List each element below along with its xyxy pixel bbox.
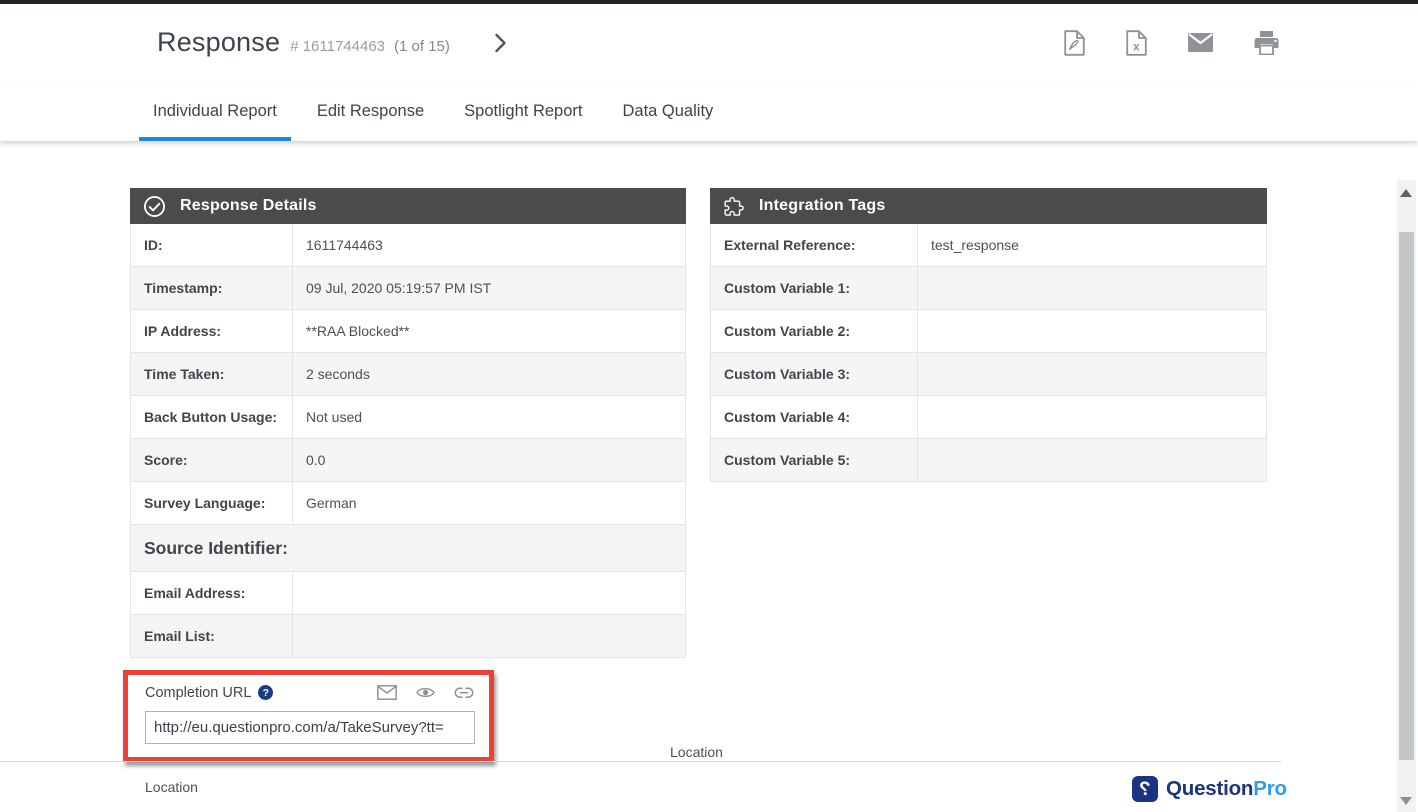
row-label: Custom Variable 4: (711, 396, 918, 438)
table-row: Custom Variable 2: (711, 310, 1266, 353)
table-row: Score: 0.0 (131, 439, 685, 482)
table-row: IP Address: **RAA Blocked** (131, 310, 685, 353)
location-section-label: Location (670, 744, 723, 760)
row-label: Custom Variable 2: (711, 310, 918, 352)
row-value: Not used (293, 396, 685, 438)
link-icon (454, 687, 474, 699)
envelope-icon (1188, 33, 1213, 52)
row-label: Custom Variable 1: (711, 267, 918, 309)
section-divider (0, 761, 1281, 762)
row-label: Source Identifier: (131, 525, 288, 571)
email-response-button[interactable] (1186, 31, 1215, 54)
next-response-button[interactable] (490, 29, 511, 57)
envelope-outline-icon (377, 685, 397, 700)
row-label: Custom Variable 3: (711, 353, 918, 395)
row-label: Email List: (131, 615, 293, 657)
row-value (293, 572, 685, 614)
page-header: Response # 1611744463 (1 of 15) (0, 4, 1418, 82)
excel-export-button[interactable]: x (1124, 28, 1149, 58)
integration-tags-panel: Integration Tags External Reference: tes… (710, 188, 1267, 482)
pdf-file-icon (1064, 30, 1085, 56)
row-value: 2 seconds (293, 353, 685, 395)
row-label: IP Address: (131, 310, 293, 352)
table-row: Time Taken: 2 seconds (131, 353, 685, 396)
response-details-table: ID: 1611744463 Timestamp: 09 Jul, 2020 0… (130, 224, 686, 658)
panel-title: Integration Tags (759, 197, 885, 215)
row-value: test_response (918, 224, 1266, 266)
panel-title: Response Details (180, 197, 317, 215)
questionpro-mark-icon: ? (1132, 776, 1158, 802)
row-value: **RAA Blocked** (293, 310, 685, 352)
table-row: Back Button Usage: Not used (131, 396, 685, 439)
tab-edit-response[interactable]: Edit Response (303, 81, 438, 141)
response-details-panel: Response Details ID: 1611744463 Timestam… (130, 188, 686, 658)
table-row: Custom Variable 1: (711, 267, 1266, 310)
copy-link-button[interactable] (453, 686, 475, 700)
response-id: # 1611744463 (290, 38, 385, 55)
scroll-up-arrow-icon[interactable] (1400, 189, 1412, 197)
check-circle-icon (143, 195, 166, 218)
row-value: 1611744463 (293, 224, 685, 266)
completion-url-input[interactable] (145, 711, 475, 744)
tab-individual-report[interactable]: Individual Report (139, 81, 291, 141)
svg-text:x: x (1133, 39, 1140, 53)
scroll-down-arrow-icon[interactable] (1400, 797, 1412, 805)
row-label: Score: (131, 439, 293, 481)
response-position: (1 of 15) (394, 38, 450, 55)
row-label: Email Address: (131, 572, 293, 614)
table-row: Email List: (131, 615, 685, 657)
printer-icon (1254, 31, 1279, 55)
help-icon[interactable]: ? (258, 685, 273, 700)
chevron-right-icon (494, 33, 507, 53)
row-value (918, 396, 1266, 438)
table-row: Custom Variable 5: (711, 439, 1266, 481)
table-row-source-identifier: Source Identifier: (131, 525, 685, 572)
table-row: External Reference: test_response (711, 224, 1266, 267)
response-details-header: Response Details (130, 188, 686, 224)
row-label: Survey Language: (131, 482, 293, 524)
integration-tags-table: External Reference: test_response Custom… (710, 224, 1267, 482)
row-value (918, 353, 1266, 395)
eye-icon (416, 686, 435, 699)
tab-spotlight-report[interactable]: Spotlight Report (450, 81, 596, 141)
table-row: Timestamp: 09 Jul, 2020 05:19:57 PM IST (131, 267, 685, 310)
row-label: Timestamp: (131, 267, 293, 309)
page-title: Response (157, 27, 280, 58)
vertical-scrollbar[interactable] (1397, 180, 1416, 812)
completion-url-label: Completion URL (145, 685, 251, 701)
row-value: 0.0 (293, 439, 685, 481)
report-tabbar: Individual Report Edit Response Spotligh… (0, 81, 1418, 141)
pdf-export-button[interactable] (1062, 28, 1087, 58)
print-button[interactable] (1252, 29, 1281, 57)
row-value (918, 267, 1266, 309)
table-row: ID: 1611744463 (131, 224, 685, 267)
row-value (918, 310, 1266, 352)
row-label: Custom Variable 5: (711, 439, 918, 481)
excel-file-icon: x (1126, 30, 1147, 56)
row-label: Time Taken: (131, 353, 293, 395)
row-label: Back Button Usage: (131, 396, 293, 438)
row-value (918, 439, 1266, 481)
row-value: German (293, 482, 685, 524)
tab-data-quality[interactable]: Data Quality (608, 81, 727, 141)
row-value (293, 615, 685, 657)
completion-url-annotation-box: Completion URL ? (123, 670, 494, 762)
row-label: External Reference: (711, 224, 918, 266)
export-toolbar: x (1062, 4, 1281, 81)
integration-tags-header: Integration Tags (710, 188, 1267, 224)
scrollbar-thumb[interactable] (1399, 232, 1414, 760)
table-row: Survey Language: German (131, 482, 685, 525)
preview-url-button[interactable] (415, 685, 436, 700)
table-row: Custom Variable 4: (711, 396, 1266, 439)
row-label: ID: (131, 224, 293, 266)
location-section-label: Location (145, 779, 198, 795)
questionpro-logo: ? QuestionPro (1132, 776, 1287, 802)
brand-wordmark: QuestionPro (1166, 777, 1287, 801)
table-row: Email Address: (131, 572, 685, 615)
row-value: 09 Jul, 2020 05:19:57 PM IST (293, 267, 685, 309)
table-row: Custom Variable 3: (711, 353, 1266, 396)
email-url-button[interactable] (376, 684, 398, 701)
puzzle-icon (723, 195, 745, 217)
